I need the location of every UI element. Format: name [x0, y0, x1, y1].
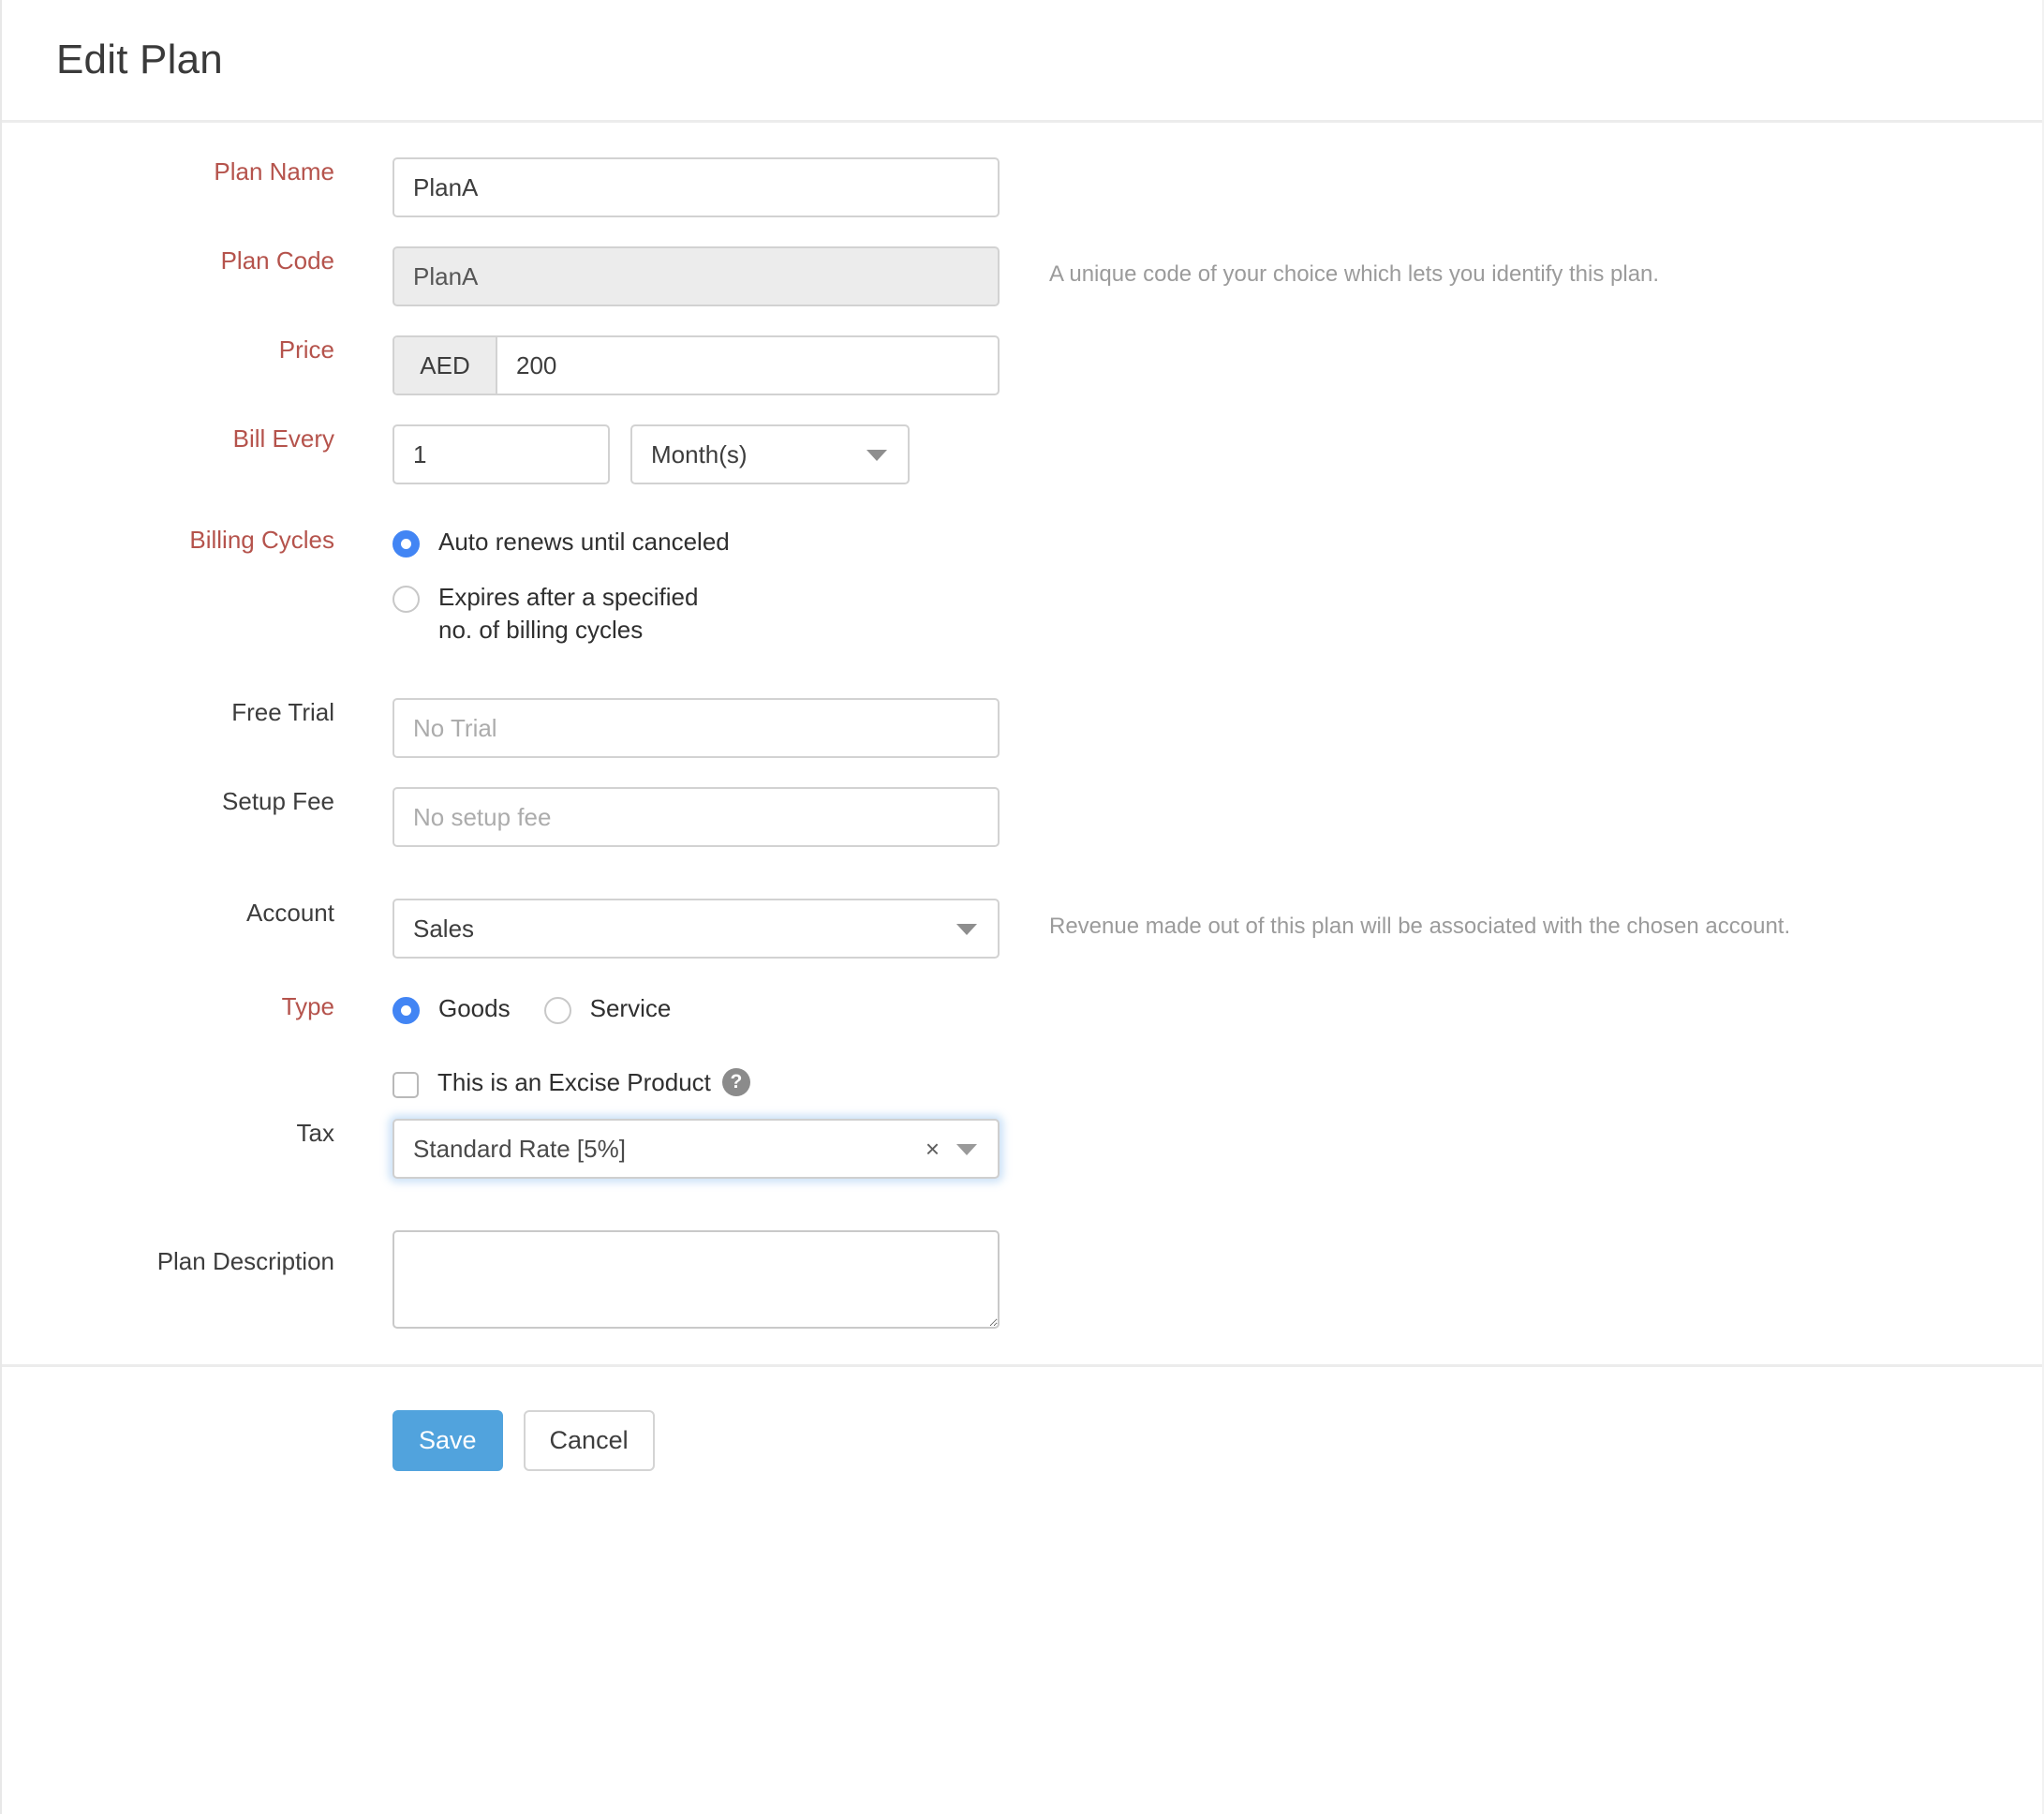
billing-cycles-option-auto[interactable]: Auto renews until canceled [393, 526, 2042, 558]
type-service-label: Service [590, 992, 672, 1025]
account-field-wrap: Sales Revenue made out of this plan will… [334, 899, 2042, 959]
chevron-down-icon [956, 1144, 977, 1155]
price-input[interactable] [497, 337, 998, 394]
chevron-down-icon [956, 924, 977, 935]
field-row-bill-every: Bill Every Month(s) [2, 424, 2042, 484]
bill-every-field-wrap: Month(s) [334, 424, 2042, 484]
field-row-free-trial: Free Trial [2, 698, 2042, 758]
plan-description-field-wrap [334, 1230, 2042, 1329]
clear-icon[interactable]: × [926, 1137, 940, 1161]
plan-description-label: Plan Description [2, 1230, 334, 1276]
field-row-plan-description: Plan Description [2, 1230, 2042, 1329]
type-field-wrap: Goods Service This is an Excise Product? [334, 992, 2042, 1099]
price-field-wrap: AED [334, 335, 2042, 395]
plan-name-field-wrap [334, 157, 2042, 217]
currency-addon: AED [394, 337, 497, 394]
price-input-group: AED [393, 335, 1000, 395]
radio-goods-icon[interactable] [393, 997, 420, 1024]
billing-cycles-field-wrap: Auto renews until canceled Expires after… [334, 526, 2042, 647]
billing-cycles-expires-line1: Expires after a specified [438, 583, 698, 611]
bill-every-unit-select[interactable]: Month(s) [630, 424, 910, 484]
tax-selected-value: Standard Rate [5%] [413, 1135, 626, 1164]
field-row-billing-cycles: Billing Cycles Auto renews until cancele… [2, 526, 2042, 647]
free-trial-field-wrap [334, 698, 2042, 758]
plan-name-label: Plan Name [2, 157, 334, 186]
page-header: Edit Plan [2, 0, 2042, 123]
tax-label: Tax [2, 1119, 334, 1148]
billing-cycles-label: Billing Cycles [2, 526, 334, 555]
field-row-plan-name: Plan Name [2, 157, 2042, 217]
help-icon[interactable]: ? [722, 1068, 750, 1096]
account-selected-value: Sales [413, 914, 474, 944]
edit-plan-page: Edit Plan Plan Name Plan Code A unique c… [0, 0, 2044, 1814]
billing-cycles-expires-label: Expires after a specified no. of billing… [438, 581, 698, 647]
field-row-setup-fee: Setup Fee [2, 787, 2042, 847]
tax-field-wrap: Standard Rate [5%] × [334, 1119, 2042, 1179]
price-label: Price [2, 335, 334, 364]
radio-auto-renew-icon[interactable] [393, 530, 420, 558]
save-button[interactable]: Save [393, 1410, 503, 1471]
free-trial-input[interactable] [393, 698, 1000, 758]
plan-description-textarea[interactable] [393, 1230, 1000, 1329]
plan-code-input[interactable] [393, 246, 1000, 306]
edit-plan-form: Plan Name Plan Code A unique code of you… [2, 123, 2042, 1471]
billing-cycles-auto-label: Auto renews until canceled [438, 526, 730, 558]
account-hint: Revenue made out of this plan will be as… [1000, 899, 1790, 940]
plan-code-label: Plan Code [2, 246, 334, 275]
checkbox-excise-product-icon[interactable] [393, 1072, 419, 1098]
type-goods-label: Goods [438, 992, 511, 1025]
billing-cycles-option-expires[interactable]: Expires after a specified no. of billing… [393, 581, 2042, 647]
plan-code-hint: A unique code of your choice which lets … [1000, 246, 1659, 288]
cancel-button[interactable]: Cancel [524, 1410, 655, 1471]
tax-select[interactable]: Standard Rate [5%] × [393, 1119, 1000, 1179]
field-row-tax: Tax Standard Rate [5%] × [2, 1119, 2042, 1179]
field-row-type: Type Goods Service This is an Excise Pro… [2, 992, 2042, 1099]
setup-fee-field-wrap [334, 787, 2042, 847]
bill-every-input[interactable] [393, 424, 610, 484]
billing-cycles-expires-line2: no. of billing cycles [438, 616, 643, 644]
bill-every-unit-value: Month(s) [651, 440, 748, 469]
page-title: Edit Plan [56, 37, 223, 83]
plan-name-input[interactable] [393, 157, 1000, 217]
type-option-goods[interactable]: Goods [393, 992, 511, 1025]
plan-code-field-wrap: A unique code of your choice which lets … [334, 246, 2042, 306]
excise-product-checkbox-row[interactable]: This is an Excise Product? [393, 1066, 2042, 1099]
bill-every-label: Bill Every [2, 424, 334, 454]
field-row-plan-code: Plan Code A unique code of your choice w… [2, 246, 2042, 306]
excise-product-label: This is an Excise Product? [437, 1066, 750, 1099]
field-row-account: Account Sales Revenue made out of this p… [2, 899, 2042, 959]
type-option-service[interactable]: Service [544, 992, 672, 1025]
form-actions: Save Cancel [2, 1367, 2042, 1471]
radio-expires-icon[interactable] [393, 586, 420, 613]
field-row-price: Price AED [2, 335, 2042, 395]
radio-service-icon[interactable] [544, 997, 571, 1024]
free-trial-label: Free Trial [2, 698, 334, 727]
account-select[interactable]: Sales [393, 899, 1000, 959]
setup-fee-label: Setup Fee [2, 787, 334, 816]
setup-fee-input[interactable] [393, 787, 1000, 847]
type-label: Type [2, 992, 334, 1021]
chevron-down-icon [866, 450, 887, 461]
account-label: Account [2, 899, 334, 928]
